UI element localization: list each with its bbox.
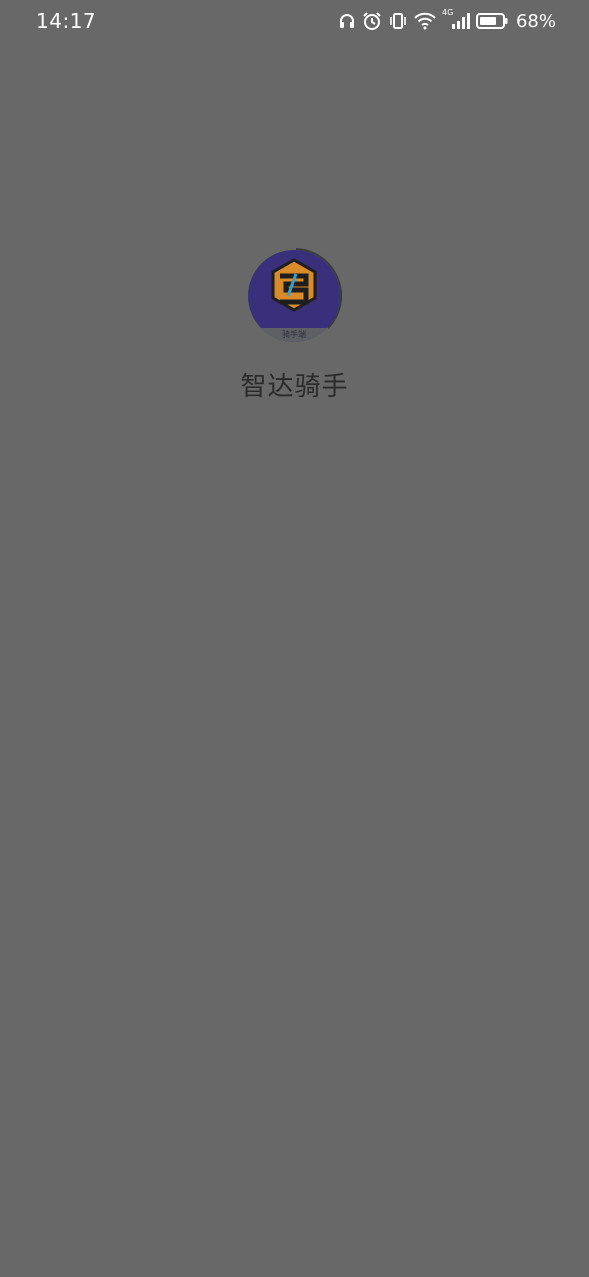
app-name: 智达骑手	[240, 372, 349, 402]
app-logo: 骑手端	[244, 246, 350, 346]
splash-screen: 骑手端 智达骑手	[0, 0, 589, 1277]
logo-caption: 骑手端	[282, 330, 306, 339]
